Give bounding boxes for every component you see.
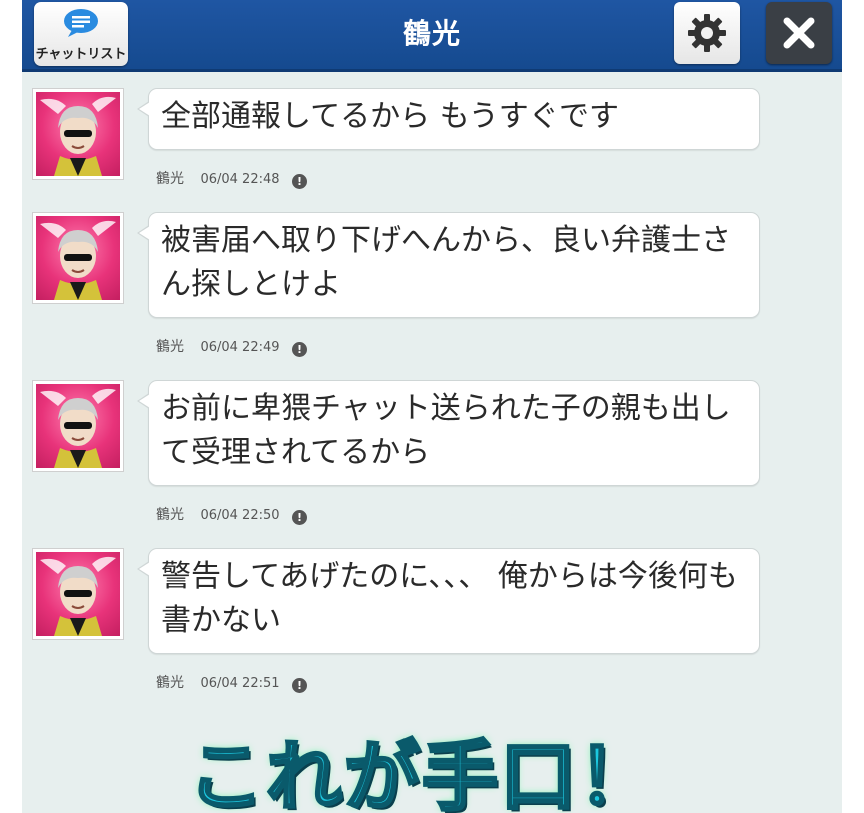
- close-button[interactable]: [766, 2, 832, 64]
- sender-name: 鶴光: [156, 171, 184, 187]
- timestamp: 06/04 22:51: [200, 676, 280, 691]
- timestamp: 06/04 22:49: [200, 340, 280, 355]
- message-bubble: 被害届へ取り下げへんから、良い弁護士さん探しとけよ: [137, 212, 760, 318]
- avatar-image: [36, 552, 120, 636]
- message-meta: 鶴光 06/04 22:48 !: [156, 168, 307, 189]
- message-bubble: 警告してあげたのに、、、 俺からは今後何も書かない: [137, 548, 760, 654]
- avatar[interactable]: [32, 548, 124, 640]
- avatar[interactable]: [32, 212, 124, 304]
- alert-icon[interactable]: !: [291, 342, 307, 357]
- gear-icon: [688, 14, 726, 52]
- sender-name: 鶴光: [156, 339, 184, 355]
- message-meta: 鶴光 06/04 22:51 !: [156, 672, 307, 693]
- alert-icon[interactable]: !: [291, 174, 307, 189]
- avatar-image: [36, 384, 120, 468]
- timestamp: 06/04 22:50: [200, 508, 280, 523]
- chat-screen: チャットリスト 鶴光 全部通報してるから もうすぐです 鶴光 06/04 22:…: [22, 0, 842, 813]
- avatar[interactable]: [32, 88, 124, 180]
- settings-button[interactable]: [674, 2, 740, 64]
- close-icon: [783, 17, 815, 49]
- avatar[interactable]: [32, 380, 124, 472]
- message-meta: 鶴光 06/04 22:50 !: [156, 504, 307, 525]
- timestamp: 06/04 22:48: [200, 172, 280, 187]
- message-text: 被害届へ取り下げへんから、良い弁護士さん探しとけよ: [161, 223, 731, 302]
- message-text: お前に卑猥チャット送られた子の親も出して受理されてるから: [161, 391, 731, 470]
- avatar-image: [36, 216, 120, 300]
- message-text: 全部通報してるから もうすぐです: [161, 99, 620, 134]
- alert-icon[interactable]: !: [291, 678, 307, 693]
- sender-name: 鶴光: [156, 675, 184, 691]
- avatar-image: [36, 92, 120, 176]
- chat-header: チャットリスト 鶴光: [22, 0, 842, 72]
- message-bubble: 全部通報してるから もうすぐです: [137, 88, 760, 150]
- message-text: 警告してあげたのに、、、 俺からは今後何も書かない: [161, 559, 738, 638]
- message-bubble: お前に卑猥チャット送られた子の親も出して受理されてるから: [137, 380, 760, 486]
- sender-name: 鶴光: [156, 507, 184, 523]
- overlay-caption: これが手口！: [187, 731, 656, 813]
- message-meta: 鶴光 06/04 22:49 !: [156, 336, 307, 357]
- alert-icon[interactable]: !: [291, 510, 307, 525]
